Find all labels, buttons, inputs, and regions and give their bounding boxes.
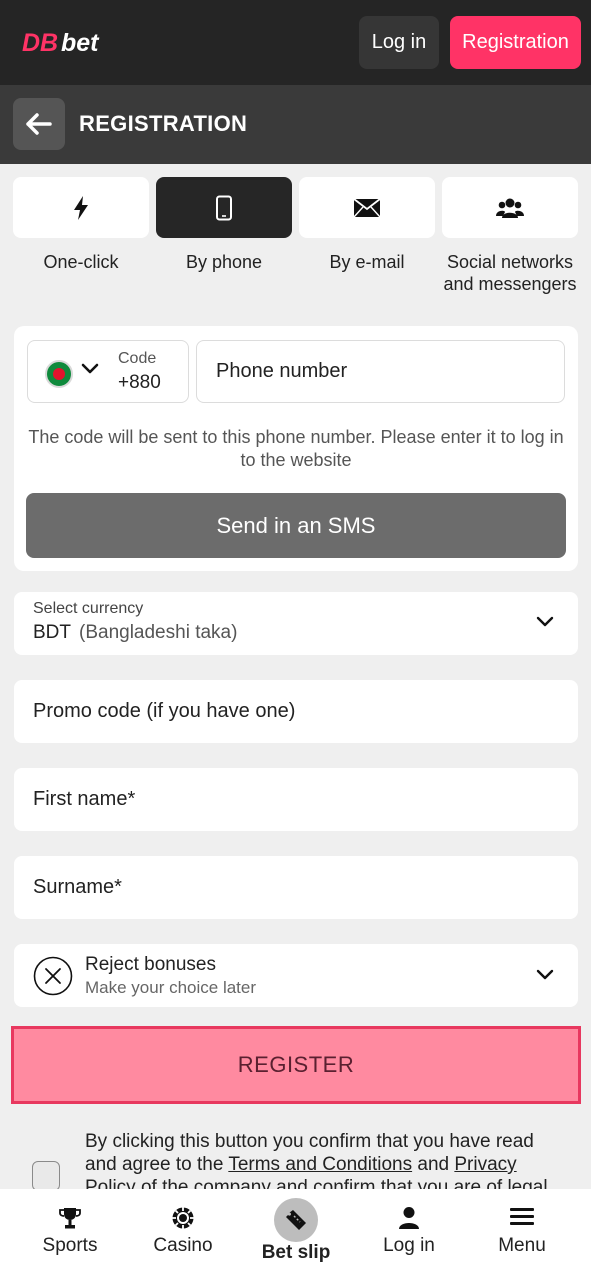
currency-label: Select currency — [33, 600, 144, 617]
nav-casino-label: Casino — [153, 1235, 213, 1256]
currency-value: BDT (Bangladeshi taka) — [33, 622, 237, 644]
country-code-selector[interactable]: Code +880 — [27, 340, 189, 403]
register-button[interactable]: REGISTER — [18, 1033, 574, 1097]
surname-placeholder: Surname* — [33, 876, 122, 898]
envelope-icon — [353, 197, 381, 217]
nav-login-label: Log in — [383, 1235, 435, 1256]
nav-sports-label: Sports — [42, 1235, 98, 1256]
hamburger-menu-icon — [510, 1208, 534, 1225]
nav-casino[interactable]: Casino — [124, 1189, 242, 1280]
close-circle-icon — [33, 956, 73, 996]
terms-link[interactable]: Terms and Conditions — [228, 1154, 412, 1175]
header-login-button[interactable]: Log in — [359, 16, 439, 69]
code-label: Code — [118, 350, 157, 367]
agreement-part2: and — [412, 1154, 455, 1175]
nav-menu[interactable]: Menu — [463, 1189, 581, 1280]
svg-text:DB: DB — [22, 29, 58, 57]
tab-social-networks[interactable] — [442, 177, 578, 238]
tab-label-by-email: By e-mail — [329, 252, 405, 272]
nav-menu-label: Menu — [498, 1235, 546, 1256]
first-name-input[interactable]: First name* — [14, 768, 578, 831]
bet-slip-badge — [274, 1198, 318, 1242]
tab-by-phone[interactable] — [156, 177, 292, 238]
phone-number-input[interactable]: Phone number — [196, 340, 565, 403]
currency-select[interactable]: Select currency BDT (Bangladeshi taka) — [14, 592, 578, 655]
sms-hint-text: The code will be sent to this phone numb… — [28, 427, 564, 470]
header-registration-button[interactable]: Registration — [450, 16, 581, 69]
bonus-select[interactable]: Reject bonuses Make your choice later — [14, 944, 578, 1007]
trophy-icon — [59, 1208, 81, 1229]
lightning-icon — [74, 195, 88, 220]
top-bar: DB bet Log in Registration — [0, 0, 591, 85]
surname-input[interactable]: Surname* — [14, 856, 578, 919]
arrow-left-icon — [26, 113, 52, 135]
phone-icon — [216, 195, 232, 220]
bottom-navigation: Sports Casino Bet slip Log in Menu — [0, 1189, 591, 1280]
promo-code-input[interactable]: Promo code (if you have one) — [14, 680, 578, 743]
ticket-icon — [286, 1210, 306, 1230]
bonus-title: Reject bonuses — [85, 954, 216, 975]
tab-label-by-phone: By phone — [185, 252, 263, 272]
bonus-subtitle: Make your choice later — [85, 978, 257, 997]
svg-text:bet: bet — [61, 29, 100, 57]
register-button-frame: REGISTER — [11, 1026, 581, 1104]
tab-label-social: Social networks and messengers — [443, 252, 577, 294]
bangladesh-flag-icon — [45, 360, 73, 388]
title-bar: REGISTRATION — [0, 85, 591, 164]
send-sms-button[interactable]: Send in an SMS — [26, 493, 566, 558]
chevron-down-icon — [536, 969, 554, 980]
nav-bet-slip[interactable]: Bet slip — [237, 1189, 355, 1280]
chevron-down-icon — [81, 363, 99, 374]
tab-by-email[interactable] — [299, 177, 435, 238]
chevron-down-icon — [536, 616, 554, 627]
phone-card: Code +880 Phone number The code will be … — [14, 326, 578, 571]
code-value: +880 — [118, 372, 161, 393]
users-icon — [496, 198, 524, 218]
currency-name: (Bangladeshi taka) — [79, 622, 238, 643]
tab-label-one-click: One-click — [43, 252, 119, 272]
user-icon — [399, 1207, 419, 1229]
currency-code: BDT — [33, 622, 71, 643]
page-title: REGISTRATION — [79, 111, 248, 136]
nav-login[interactable]: Log in — [350, 1189, 468, 1280]
nav-bet-slip-label: Bet slip — [261, 1242, 331, 1263]
casino-chip-icon — [172, 1207, 194, 1229]
nav-sports[interactable]: Sports — [11, 1189, 129, 1280]
dbbet-logo[interactable]: DB bet — [22, 28, 126, 58]
promo-code-placeholder: Promo code (if you have one) — [33, 700, 296, 722]
agreement-checkbox[interactable] — [32, 1161, 60, 1191]
first-name-placeholder: First name* — [33, 788, 136, 810]
tab-one-click[interactable] — [13, 177, 149, 238]
back-button[interactable] — [13, 98, 65, 150]
